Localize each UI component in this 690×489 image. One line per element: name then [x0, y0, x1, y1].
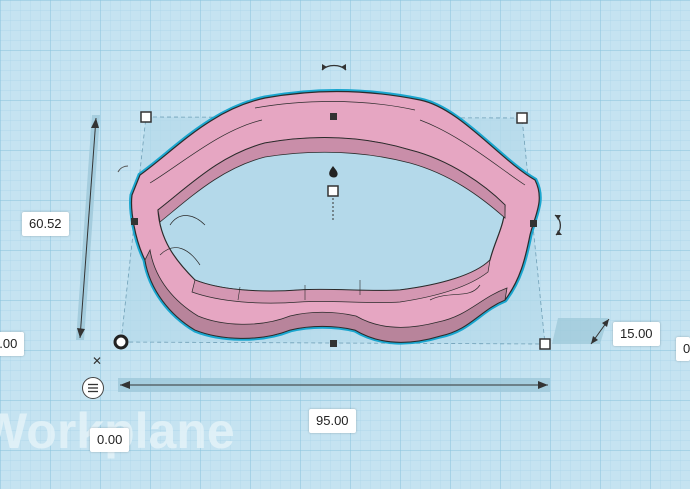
resize-handle-bottom-left[interactable]	[113, 334, 129, 350]
resize-handle-top-right[interactable]	[516, 112, 528, 124]
resize-handle-bottom-mid[interactable]	[330, 340, 337, 347]
resize-handle-top-left[interactable]	[140, 111, 152, 123]
width-value[interactable]: 95.00	[309, 409, 356, 433]
x-position-value[interactable]: 0.00	[90, 428, 130, 452]
elevation-value[interactable]: 15.00	[613, 322, 660, 346]
resize-handle-right-mid[interactable]	[530, 220, 537, 227]
resize-handle-bottom-right[interactable]	[539, 338, 551, 350]
width-dimension-indicator	[118, 378, 550, 392]
close-icon[interactable]: ✕	[88, 352, 106, 370]
y-position-value[interactable]: 0.00	[0, 332, 25, 356]
elevation-dimension-indicator	[552, 318, 610, 345]
resize-handle-left-mid[interactable]	[131, 218, 138, 225]
resize-handle-top-mid[interactable]	[330, 113, 337, 120]
height-value[interactable]: 60.52	[22, 212, 69, 236]
menu-icon[interactable]	[82, 377, 104, 399]
right-offset-value[interactable]: 0	[676, 337, 690, 361]
menu-lines	[88, 383, 98, 393]
